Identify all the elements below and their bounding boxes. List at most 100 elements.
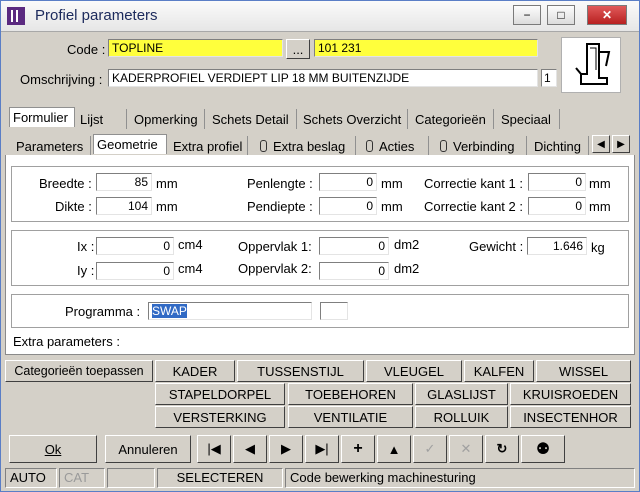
subtab-acties-label: Acties — [379, 138, 415, 154]
category-versterking-button[interactable]: VERSTERKING — [155, 406, 285, 428]
code-label: Code : — [67, 42, 106, 57]
penlengte-input[interactable]: 0 — [319, 173, 377, 191]
confirm-icon[interactable]: ✓ — [413, 435, 447, 463]
first-record-icon[interactable]: |◀ — [197, 435, 231, 463]
category-glaslijst-button[interactable]: GLASLIJST — [415, 383, 508, 405]
ix-unit: cm4 — [178, 237, 203, 252]
category-rolluik-button[interactable]: ROLLUIK — [415, 406, 508, 428]
profiel-parameters-window: Profiel parameters − □ ✕ Code : TOPLINE … — [0, 0, 640, 492]
code-browse-button[interactable]: ... — [286, 39, 310, 59]
ix-field[interactable]: 0 — [96, 237, 174, 255]
category-kruisroeden-button[interactable]: KRUISROEDEN — [510, 383, 631, 405]
tab-lijst[interactable]: Lijst — [77, 109, 127, 129]
pendiepte-label: Pendiepte : — [247, 199, 313, 214]
tab-speciaal[interactable]: Speciaal — [498, 109, 560, 129]
subtab-parameters[interactable]: Parameters — [13, 136, 91, 156]
last-record-icon[interactable]: ▶| — [305, 435, 339, 463]
programma-selected-text: SWAP — [152, 304, 187, 318]
breedte-input[interactable]: 85 — [96, 173, 152, 191]
subtab-verbinding[interactable]: Verbinding — [437, 136, 527, 156]
status-mode: AUTO — [5, 468, 57, 488]
subtab-extra-beslag[interactable]: Extra beslag — [257, 136, 356, 156]
maximize-button[interactable]: □ — [547, 5, 575, 25]
gewicht-unit: kg — [591, 240, 605, 255]
window-title: Profiel parameters — [35, 7, 158, 24]
iy-label: Iy : — [77, 263, 95, 278]
code-number-field[interactable]: 101 231 — [314, 39, 538, 57]
tab-schets-overzicht[interactable]: Schets Overzicht — [300, 109, 408, 129]
oppervlak1-unit: dm2 — [394, 237, 420, 252]
description-label: Omschrijving : — [20, 72, 103, 87]
programma-input[interactable]: SWAP — [148, 302, 312, 320]
penlengte-label: Penlengte : — [247, 176, 313, 191]
category-kader-button[interactable]: KADER — [155, 360, 235, 382]
penlengte-unit: mm — [381, 176, 403, 191]
move-up-icon[interactable]: ▲ — [377, 435, 411, 463]
ix-label: Ix : — [77, 239, 95, 254]
category-vleugel-button[interactable]: VLEUGEL — [366, 360, 462, 382]
category-kalfen-button[interactable]: KALFEN — [464, 360, 534, 382]
description-count: 1 — [541, 69, 557, 87]
dikte-unit: mm — [156, 199, 178, 214]
profile-sketch-icon — [561, 37, 621, 93]
category-stapeldorpel-button[interactable]: STAPELDORPEL — [155, 383, 285, 405]
status-empty — [107, 468, 155, 488]
category-ventilatie-button[interactable]: VENTILATIE — [288, 406, 413, 428]
code-input[interactable]: TOPLINE — [108, 39, 283, 57]
subtab-extra-beslag-label: Extra beslag — [273, 138, 346, 154]
next-record-icon[interactable]: ▶ — [269, 435, 303, 463]
tab-scroll-right-button[interactable]: ▶ — [612, 135, 630, 153]
close-button[interactable]: ✕ — [587, 5, 627, 25]
correctie-kant2-unit: mm — [589, 199, 611, 214]
correctie-kant1-label: Correctie kant 1 : — [424, 176, 523, 191]
oppervlak2-label: Oppervlak 2: — [238, 261, 312, 276]
categorieen-toepassen-button[interactable]: Categorieën toepassen — [5, 360, 153, 382]
subtab-acties[interactable]: Acties — [363, 136, 429, 156]
delete-icon[interactable]: ✕ — [449, 435, 483, 463]
category-insectenhor-button[interactable]: INSECTENHOR — [510, 406, 631, 428]
correctie-kant2-input[interactable]: 0 — [528, 197, 586, 215]
pendiepte-unit: mm — [381, 199, 403, 214]
tab-formulier[interactable]: Formulier — [9, 107, 75, 127]
oppervlak1-label: Oppervlak 1: — [238, 239, 312, 254]
iy-field[interactable]: 0 — [96, 262, 174, 280]
app-icon — [7, 7, 25, 25]
pendiepte-input[interactable]: 0 — [319, 197, 377, 215]
subtab-geometrie[interactable]: Geometrie — [93, 134, 167, 154]
previous-record-icon[interactable]: ◀ — [233, 435, 267, 463]
gewicht-field[interactable]: 1.646 — [527, 237, 587, 255]
tab-schets-detail[interactable]: Schets Detail — [209, 109, 297, 129]
refresh-icon[interactable]: ↻ — [485, 435, 519, 463]
correctie-kant2-label: Correctie kant 2 : — [424, 199, 523, 214]
correctie-kant1-unit: mm — [589, 176, 611, 191]
status-action: SELECTEREN — [157, 468, 283, 488]
subtab-dichting[interactable]: Dichting — [531, 136, 589, 156]
binoculars-icon[interactable]: ⚉ — [521, 435, 565, 463]
tab-opmerking[interactable]: Opmerking — [131, 109, 205, 129]
programma-extra-field[interactable] — [320, 302, 348, 320]
tab-categorieen[interactable]: Categorieën — [412, 109, 494, 129]
category-tussenstijl-button[interactable]: TUSSENSTIJL — [237, 360, 364, 382]
ok-button[interactable]: Ok — [9, 435, 97, 463]
status-message: Code bewerking machinesturing — [285, 468, 635, 488]
category-toebehoren-button[interactable]: TOEBEHOREN — [288, 383, 413, 405]
subtab-extra-profiel[interactable]: Extra profiel — [170, 136, 248, 156]
programma-label: Programma : — [65, 304, 141, 319]
breedte-label: Breedte : — [39, 176, 92, 191]
description-input[interactable]: KADERPROFIEL VERDIEPT LIP 18 MM BUITENZI… — [108, 69, 538, 87]
cancel-button[interactable]: Annuleren — [105, 435, 191, 463]
oppervlak1-field[interactable]: 0 — [319, 237, 389, 255]
dikte-input[interactable]: 104 — [96, 197, 152, 215]
status-cat: CAT — [59, 468, 105, 488]
oppervlak2-field[interactable]: 0 — [319, 262, 389, 280]
dikte-label: Dikte : — [55, 199, 92, 214]
add-record-icon[interactable]: + — [341, 435, 375, 463]
tab-scroll-left-button[interactable]: ◀ — [592, 135, 610, 153]
subtab-verbinding-label: Verbinding — [453, 138, 515, 154]
minimize-button[interactable]: − — [513, 5, 541, 25]
correctie-kant1-input[interactable]: 0 — [528, 173, 586, 191]
category-wissel-button[interactable]: WISSEL — [536, 360, 631, 382]
iy-unit: cm4 — [178, 261, 203, 276]
title-bar: Profiel parameters − □ ✕ — [1, 1, 639, 32]
oppervlak2-unit: dm2 — [394, 261, 420, 276]
